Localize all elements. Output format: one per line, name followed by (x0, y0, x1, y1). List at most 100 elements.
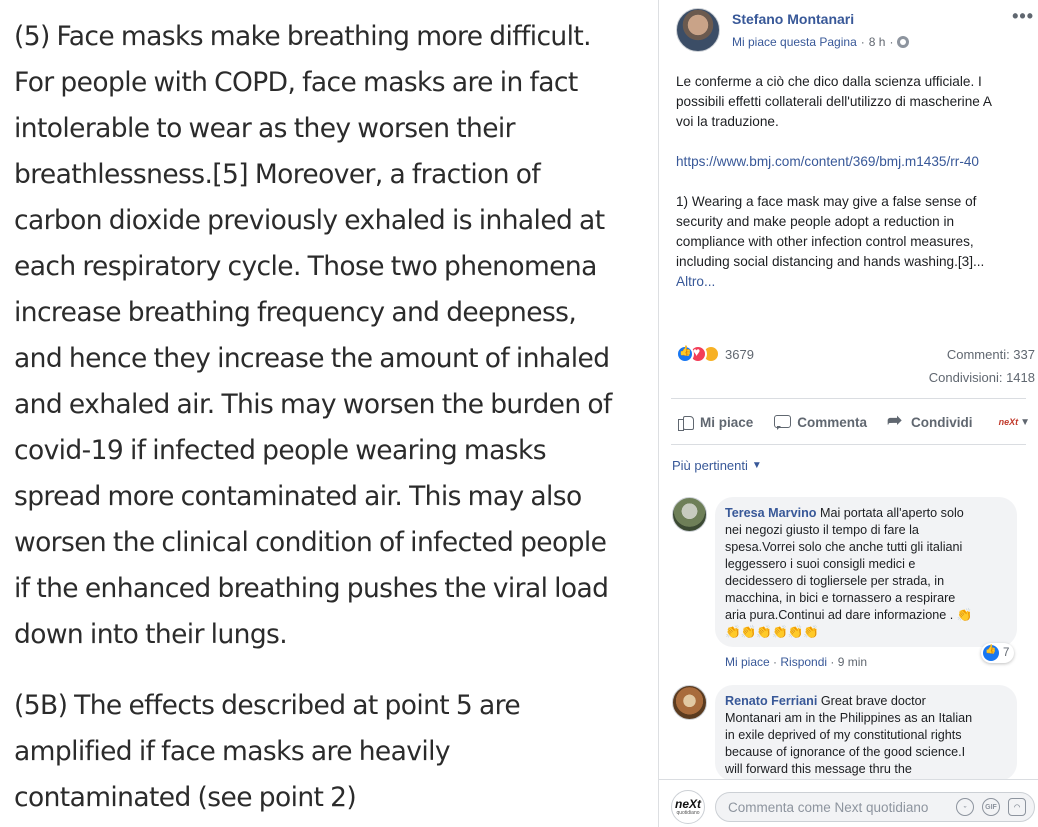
comment-line: spesa.Vorrei solo che anche tutti gli it… (725, 540, 963, 554)
commenter-avatar[interactable] (672, 685, 707, 720)
see-more-link[interactable]: Altro... (676, 272, 1036, 292)
article-paragraph-5: (5) Face masks make breathing more diffi… (14, 14, 658, 658)
shares-count[interactable]: Condivisioni: 1418 (929, 370, 1035, 385)
comment-likes-badge[interactable]: 7 (981, 643, 1015, 663)
article-line: breathlessness.[5] Moreover, a fraction … (14, 159, 541, 190)
comment-placeholder: Commenta come Next quotidiano (728, 799, 929, 815)
comment-footer: Mi piace · Rispondi · 9 min (725, 655, 867, 669)
post-body: Le conferme a ciò che dico dalla scienza… (676, 72, 1036, 292)
comment-icon (773, 413, 792, 431)
article-line: amplified if face masks are heavily (14, 736, 451, 767)
emoji-icon[interactable]: ᵕ (956, 798, 974, 816)
page-selector[interactable]: neXt ▼ (999, 417, 1030, 428)
comment-line: nei negozi giusto il tempo di fare la (725, 523, 919, 537)
comment-reply-link[interactable]: Rispondi (780, 655, 827, 669)
meta-separator: · (889, 35, 894, 49)
post-meta: Mi piace questa Pagina · 8 h · (732, 35, 910, 49)
like-label: Mi piace (700, 414, 754, 430)
chevron-down-icon: ▼ (1020, 416, 1030, 428)
like-reaction-icon (983, 644, 999, 661)
comment-line: in exile deprived of my constitutional r… (725, 728, 962, 742)
comment-line: decidessero di togliersele per strada, i… (725, 574, 945, 588)
gif-icon[interactable]: GIF (982, 798, 1000, 816)
comment-line: because of ignorance of the good science… (725, 745, 966, 759)
quote-line: compliance with other infection control … (676, 234, 974, 249)
like-reaction-icon (676, 345, 694, 363)
divider (671, 398, 1026, 399)
comment-line-text: aria pura.Continui ad dare informazione … (725, 608, 954, 622)
comment-sort-dropdown[interactable]: Più pertinenti ▼ (672, 458, 762, 473)
divider (671, 444, 1026, 445)
article-line: carbon dioxide previously exhaled is inh… (14, 205, 605, 236)
article-line: covid-19 if infected people wearing mask… (14, 435, 547, 466)
comment-label: Commenta (797, 414, 868, 430)
comment-composer: neXt quotidiano Commenta come Next quoti… (659, 779, 1038, 827)
comment-text: Teresa Marvino Mai portata all'aperto so… (725, 505, 1005, 641)
clapping-hands-icon: 👏 (956, 608, 973, 622)
footer-separator: · (830, 655, 835, 669)
article-line: intolerable to wear as they worsen their (14, 113, 516, 144)
comment-time[interactable]: 9 min (838, 655, 867, 669)
comment-bubble: Teresa Marvino Mai portata all'aperto so… (715, 497, 1017, 647)
comment-button[interactable]: Commenta (773, 413, 867, 431)
share-icon (887, 410, 905, 431)
share-label: Condividi (911, 414, 973, 430)
more-dots-icon[interactable]: ••• (1012, 6, 1034, 27)
thumbs-up-icon (676, 413, 694, 431)
like-page-link[interactable]: Mi piace questa Pagina (732, 35, 857, 49)
article-line: down into their lungs. (14, 619, 288, 650)
comment-like-link[interactable]: Mi piace (725, 655, 770, 669)
author-name[interactable]: Stefano Montanari (732, 11, 854, 27)
like-button[interactable]: Mi piace (676, 413, 753, 431)
article-line: increase breathing frequency and deepnes… (14, 297, 577, 328)
meta-separator: · (860, 35, 865, 49)
sticker-icon[interactable]: ◠ (1008, 798, 1026, 816)
article-line: contaminated (see point 2) (14, 782, 357, 813)
reactions-count: 3679 (725, 346, 754, 362)
post-text-line: possibili effetti collaterali dell'utili… (676, 94, 992, 109)
article-line: (5) Face masks make breathing more diffi… (14, 21, 592, 52)
chevron-down-icon: ▼ (751, 460, 762, 471)
comment-line: aria pura.Continui ad dare informazione … (725, 607, 1005, 624)
reactions-summary[interactable]: 3679 (676, 344, 754, 364)
page-avatar[interactable]: neXt quotidiano (671, 790, 705, 824)
comments-count[interactable]: Commenti: 337 (947, 347, 1035, 362)
next-logo-icon: neXt (674, 797, 701, 811)
post-actions: Mi piace Commenta Condividi neXt ▼ (676, 406, 1036, 438)
article-line: if the enhanced breathing pushes the vir… (14, 573, 609, 604)
comment-line: will forward this message thru the (725, 762, 912, 776)
comment-input[interactable]: Commenta come Next quotidiano ᵕ GIF ◠ (715, 792, 1035, 822)
page-logo-icon: neXt (998, 417, 1019, 427)
comment-line: Mai portata all'aperto solo (819, 506, 964, 520)
footer-separator: · (773, 655, 778, 669)
article-line: and exhaled air. This may worsen the bur… (14, 389, 612, 420)
post-time[interactable]: 8 h (869, 35, 886, 49)
quote-line: security and make people adopt a reducti… (676, 214, 955, 229)
commenter-name[interactable]: Renato Ferriani (725, 694, 817, 708)
logo-subtitle: quotidiano (676, 810, 700, 816)
quote-line: 1) Wearing a face mask may give a false … (676, 194, 977, 209)
article-line: For people with COPD, face masks are in … (14, 67, 578, 98)
article-paragraph-5b: (5B) The effects described at point 5 ar… (14, 683, 658, 821)
share-button[interactable]: Condividi (887, 410, 973, 431)
comment-line: leggessero i suoi consigli medici e (725, 557, 916, 571)
clapping-hands-icon: 👏👏👏👏👏👏 (725, 625, 820, 639)
commenter-name[interactable]: Teresa Marvino (725, 506, 816, 520)
author-avatar[interactable] (676, 8, 720, 52)
quote-line: including social distancing and hands wa… (676, 254, 985, 269)
comment-line: Montanari am in the Philippines as an It… (725, 711, 973, 725)
post-text-line: Le conferme a ciò che dico dalla scienza… (676, 74, 982, 89)
article-line: each respiratory cycle. Those two phenom… (14, 251, 597, 282)
globe-icon (897, 36, 910, 48)
article-line: (5B) The effects described at point 5 ar… (14, 690, 521, 721)
comment-sort-label: Più pertinenti (672, 458, 748, 473)
article-line: and hence they increase the amount of in… (14, 343, 610, 374)
bmj-link[interactable]: https://www.bmj.com/content/369/bmj.m143… (676, 152, 1036, 172)
article-line: worsen the clinical condition of infecte… (14, 527, 607, 558)
article-line: spread more contaminated air. This may a… (14, 481, 582, 512)
article-excerpt: (5) Face masks make breathing more diffi… (0, 0, 658, 827)
comment-bubble: Renato Ferriani Great brave doctor Monta… (715, 685, 1017, 781)
facebook-post: Stefano Montanari Mi piace questa Pagina… (658, 0, 1038, 827)
post-header: Stefano Montanari Mi piace questa Pagina… (659, 0, 1038, 66)
commenter-avatar[interactable] (672, 497, 707, 532)
